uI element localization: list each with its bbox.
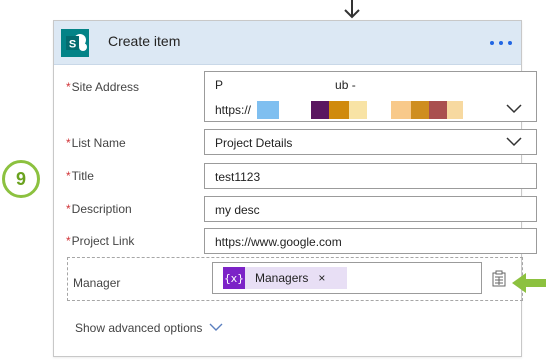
card-title: Create item xyxy=(108,33,181,49)
site-address-dropdown[interactable]: Pub - https:// xyxy=(204,71,537,122)
flow-canvas: S Create item *Site Address Pub - https:… xyxy=(0,0,546,362)
managers-token[interactable]: {x} Managers × xyxy=(223,267,347,289)
title-input[interactable]: test1123 xyxy=(204,163,537,189)
manager-input[interactable]: {x} Managers × xyxy=(212,262,482,294)
redacted-block xyxy=(329,101,349,119)
redacted-block xyxy=(429,101,447,119)
create-item-card: S Create item *Site Address Pub - https:… xyxy=(53,20,537,357)
redacted-block xyxy=(311,101,329,119)
more-options-button[interactable] xyxy=(488,34,514,52)
site-address-label: *Site Address xyxy=(66,80,140,94)
chevron-down-icon[interactable] xyxy=(506,103,522,115)
project-link-label: *Project Link xyxy=(66,234,135,248)
token-label: Managers xyxy=(255,271,309,285)
green-arrow-icon xyxy=(512,273,546,293)
chevron-down-icon[interactable] xyxy=(506,136,522,148)
project-link-input[interactable]: https://www.google.com xyxy=(204,228,537,254)
card-header[interactable]: S Create item xyxy=(54,21,521,65)
list-name-dropdown[interactable]: Project Details xyxy=(204,129,537,155)
dynamic-content-icon: {x} xyxy=(223,267,245,289)
redacted-block xyxy=(447,101,463,119)
description-input[interactable]: my desc xyxy=(204,196,537,222)
redacted-block xyxy=(349,101,367,119)
manager-label: Manager xyxy=(73,276,121,290)
switch-input-mode-icon[interactable] xyxy=(490,270,508,288)
redacted-block xyxy=(411,101,429,119)
description-label: *Description xyxy=(66,202,132,216)
arrow-down-icon xyxy=(344,0,360,19)
show-advanced-options-link[interactable]: Show advanced options xyxy=(75,321,202,335)
title-label: *Title xyxy=(66,169,94,183)
sharepoint-icon: S xyxy=(61,29,89,57)
step-number-badge: 9 xyxy=(2,160,40,198)
chevron-down-icon[interactable] xyxy=(209,322,223,332)
remove-token-button[interactable]: × xyxy=(318,271,325,285)
redacted-block xyxy=(257,101,279,119)
redacted-block xyxy=(391,101,411,119)
svg-text:S: S xyxy=(69,39,76,51)
manager-field-group: Manager {x} Managers × xyxy=(67,257,523,301)
list-name-label: *List Name xyxy=(66,136,126,150)
